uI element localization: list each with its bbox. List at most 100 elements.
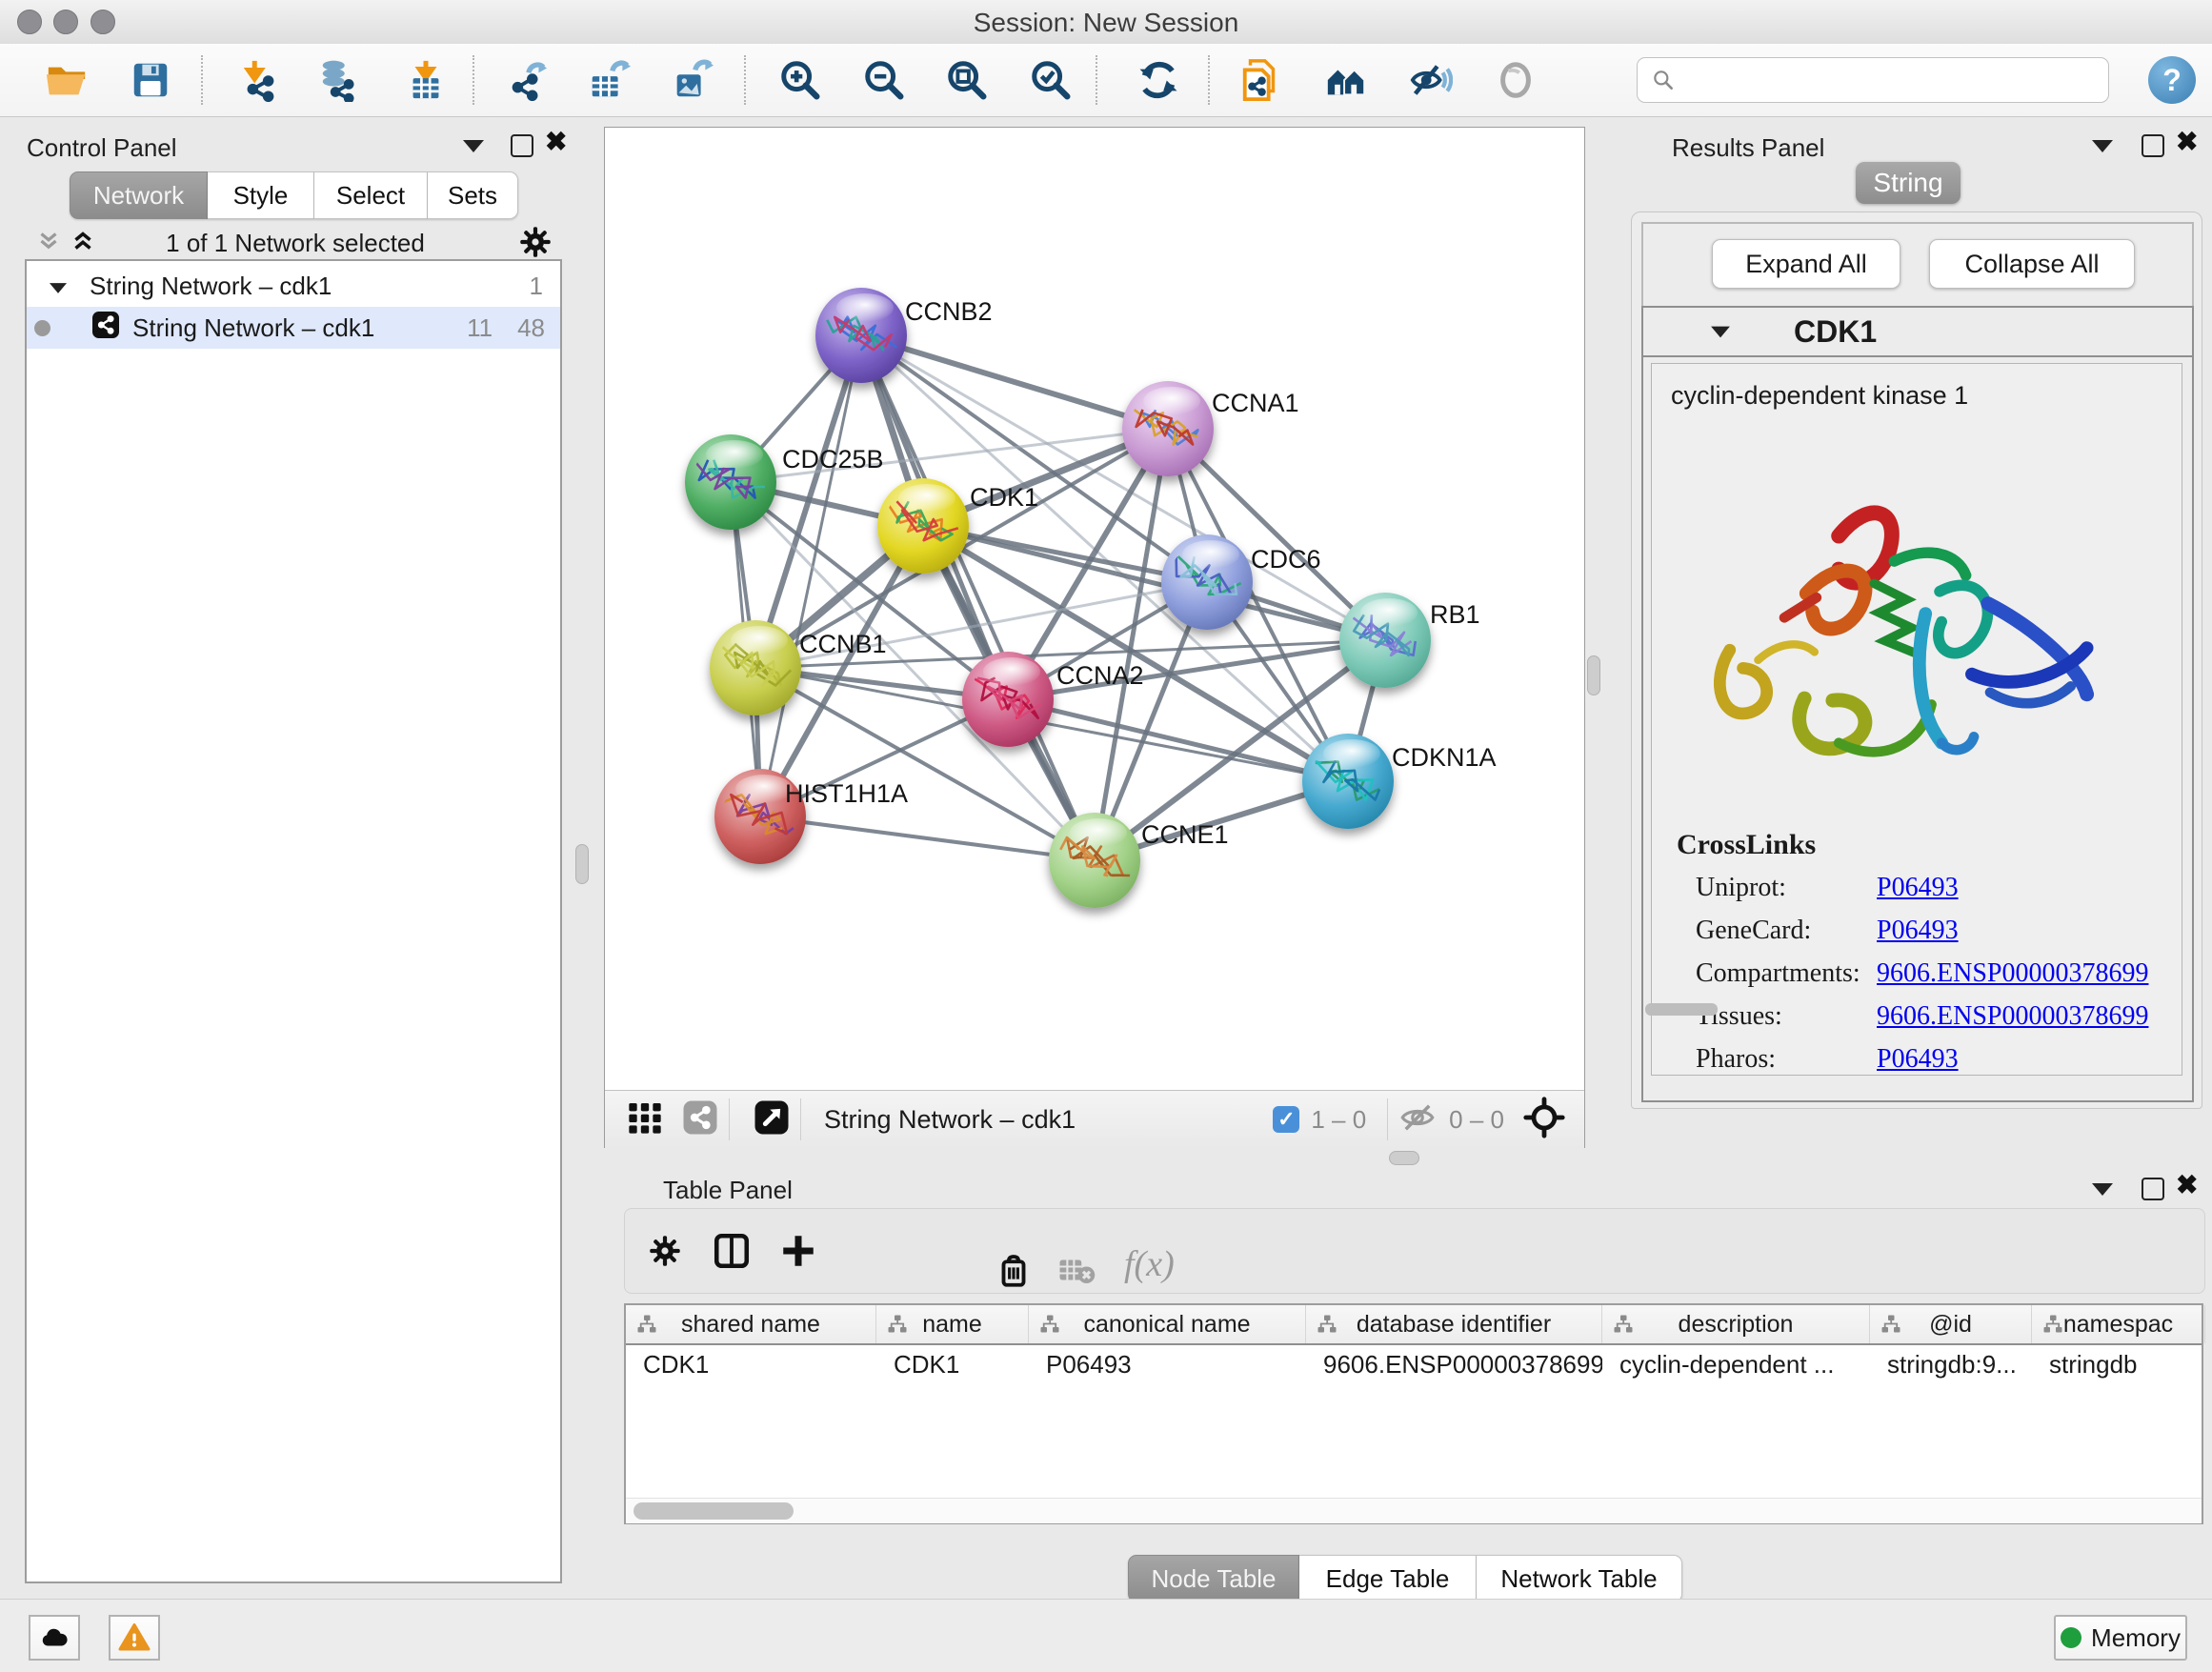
network-node-CCNA1[interactable] (1122, 381, 1214, 476)
tab-edge-table[interactable]: Edge Table (1299, 1555, 1477, 1602)
network-node-CDK1[interactable] (877, 478, 969, 574)
network-node-CCNB2[interactable] (815, 288, 907, 383)
string-homes-icon[interactable] (1323, 57, 1369, 103)
results-panel-float-icon[interactable] (2142, 134, 2164, 162)
table-panel-close-icon[interactable]: ✖ (2176, 1176, 2198, 1195)
import-network-icon[interactable] (237, 57, 283, 103)
expand-all-button[interactable]: Expand All (1712, 239, 1900, 289)
crosslink-value-link[interactable]: P06493 (1877, 873, 1959, 902)
results-tab-string[interactable]: String (1856, 162, 1961, 204)
table-hscroll-thumb[interactable] (633, 1502, 794, 1520)
network-node-CCNE1[interactable] (1049, 813, 1140, 908)
right-splitter-handle[interactable] (1587, 655, 1600, 695)
crosslink-value-link[interactable]: 9606.ENSP00000378699 (1877, 958, 2148, 988)
collapse-all-tree-icon[interactable] (34, 227, 63, 260)
bottom-splitter-handle[interactable] (1389, 1151, 1419, 1165)
toolbar-separator (1208, 55, 1210, 105)
network-node-CDC25B[interactable] (685, 434, 776, 530)
network-row-selected[interactable]: String Network – cdk1 11 48 (27, 307, 560, 349)
crosslink-row: Uniprot:P06493 (1696, 873, 1959, 903)
node-label-HIST1H1A: HIST1H1A (785, 779, 908, 808)
network-node-CDKN1A[interactable] (1302, 734, 1394, 829)
help-button[interactable]: ? (2148, 56, 2196, 104)
left-splitter-handle[interactable] (575, 844, 589, 884)
table-panel-title: Table Panel (663, 1176, 793, 1205)
table-hscroll-track[interactable] (626, 1498, 2202, 1523)
control-panel-float-icon[interactable] (511, 134, 533, 162)
delete-column-icon[interactable] (991, 1247, 1036, 1293)
show-columns-icon[interactable] (709, 1228, 754, 1274)
share-document-icon[interactable] (1238, 57, 1284, 103)
table-gear-icon[interactable] (642, 1228, 688, 1274)
memory-button[interactable]: Memory (2054, 1615, 2187, 1661)
warning-button[interactable] (109, 1615, 160, 1661)
results-panel-close-icon[interactable]: ✖ (2176, 132, 2198, 151)
tab-network[interactable]: Network (70, 171, 208, 219)
expand-all-tree-icon[interactable] (69, 227, 97, 260)
zoom-fit-icon[interactable] (944, 57, 990, 103)
tab-sets[interactable]: Sets (428, 171, 518, 219)
network-node-CDC6[interactable] (1161, 534, 1253, 630)
network-current-dot (34, 320, 50, 336)
zoom-out-icon[interactable] (861, 57, 907, 103)
column-header-namespac[interactable]: namespac (2032, 1305, 2205, 1343)
network-selection-status: 1 of 1 Network selected (114, 229, 476, 258)
hide-graphics-icon[interactable] (1408, 57, 1454, 103)
tab-select[interactable]: Select (314, 171, 428, 219)
collection-expander-icon[interactable] (48, 272, 69, 301)
refresh-network-icon[interactable] (1136, 57, 1181, 103)
search-box[interactable] (1637, 57, 2109, 103)
import-database-icon[interactable] (316, 57, 362, 103)
column-header-shared-name[interactable]: shared name (626, 1305, 876, 1343)
edge-CCNB2-HIST1H1A[interactable] (760, 335, 861, 816)
fit-selected-crosshair-icon[interactable] (1523, 1097, 1565, 1143)
column-header-database-identifier[interactable]: database identifier (1306, 1305, 1602, 1343)
results-hscroll-thumb[interactable] (1645, 1003, 1718, 1016)
protein-structure-image (1680, 440, 2128, 783)
results-panel-collapse-icon[interactable] (2092, 140, 2113, 157)
network-node-RB1[interactable] (1339, 593, 1431, 688)
tab-node-table[interactable]: Node Table (1128, 1555, 1299, 1602)
selected-checkbox[interactable]: ✓ (1273, 1106, 1299, 1133)
toolbar-separator (744, 55, 746, 105)
export-network-icon[interactable] (504, 57, 550, 103)
export-image-icon[interactable] (669, 57, 714, 103)
tab-style[interactable]: Style (208, 171, 314, 219)
create-column-icon[interactable]: f(x) (775, 1228, 821, 1274)
export-table-icon[interactable] (586, 57, 632, 103)
edge-HIST1H1A-CCNE1[interactable] (760, 816, 1095, 860)
search-input[interactable] (1676, 61, 2108, 99)
column-header-name[interactable]: name (876, 1305, 1029, 1343)
cloud-button[interactable] (29, 1615, 80, 1661)
zoom-selected-icon[interactable] (1028, 57, 1074, 103)
zoom-in-icon[interactable] (777, 57, 823, 103)
save-session-icon[interactable] (128, 57, 173, 103)
edge-CCNB2-CCNA1[interactable] (861, 335, 1168, 429)
network-node-CCNA2[interactable] (962, 652, 1054, 747)
crosslink-value-link[interactable]: 9606.ENSP00000378699 (1877, 1001, 2148, 1031)
network-collection-row[interactable]: String Network – cdk1 1 (27, 265, 560, 307)
birdseye-view-icon[interactable] (753, 1098, 791, 1141)
crosslink-value-link[interactable]: P06493 (1877, 916, 1959, 945)
table-panel-collapse-icon[interactable] (2092, 1183, 2113, 1200)
share-view-icon[interactable] (681, 1098, 719, 1141)
column-header-canonical-name[interactable]: canonical name (1029, 1305, 1306, 1343)
open-folder-icon[interactable] (44, 57, 90, 103)
control-panel-collapse-icon[interactable] (463, 140, 484, 157)
import-table-icon[interactable] (403, 57, 449, 103)
column-header--id[interactable]: @id (1870, 1305, 2032, 1343)
table-row[interactable]: CDK1CDK1P064939606.ENSP00000378699cyclin… (626, 1345, 2202, 1383)
cdk1-section-header[interactable]: CDK1 (1643, 308, 2192, 357)
table-panel-float-icon[interactable] (2142, 1178, 2164, 1205)
network-node-CCNB1[interactable] (710, 620, 801, 715)
hidden-eye-icon[interactable] (1398, 1098, 1438, 1142)
collapse-all-button[interactable]: Collapse All (1929, 239, 2135, 289)
grid-view-icon[interactable] (626, 1098, 664, 1141)
cdk1-collapse-icon[interactable] (1711, 326, 1730, 337)
control-panel-close-icon[interactable]: ✖ (545, 132, 567, 151)
crosslink-value-link[interactable]: P06493 (1877, 1044, 1959, 1074)
column-header-description[interactable]: description (1602, 1305, 1870, 1343)
control-panel-gear-icon[interactable] (518, 225, 553, 264)
tab-network-table[interactable]: Network Table (1477, 1555, 1682, 1602)
network-canvas[interactable]: CCNB2CCNA1CDC25BCDK1CDC6RB1CCNB1CCNA2CDK… (605, 128, 1584, 1090)
